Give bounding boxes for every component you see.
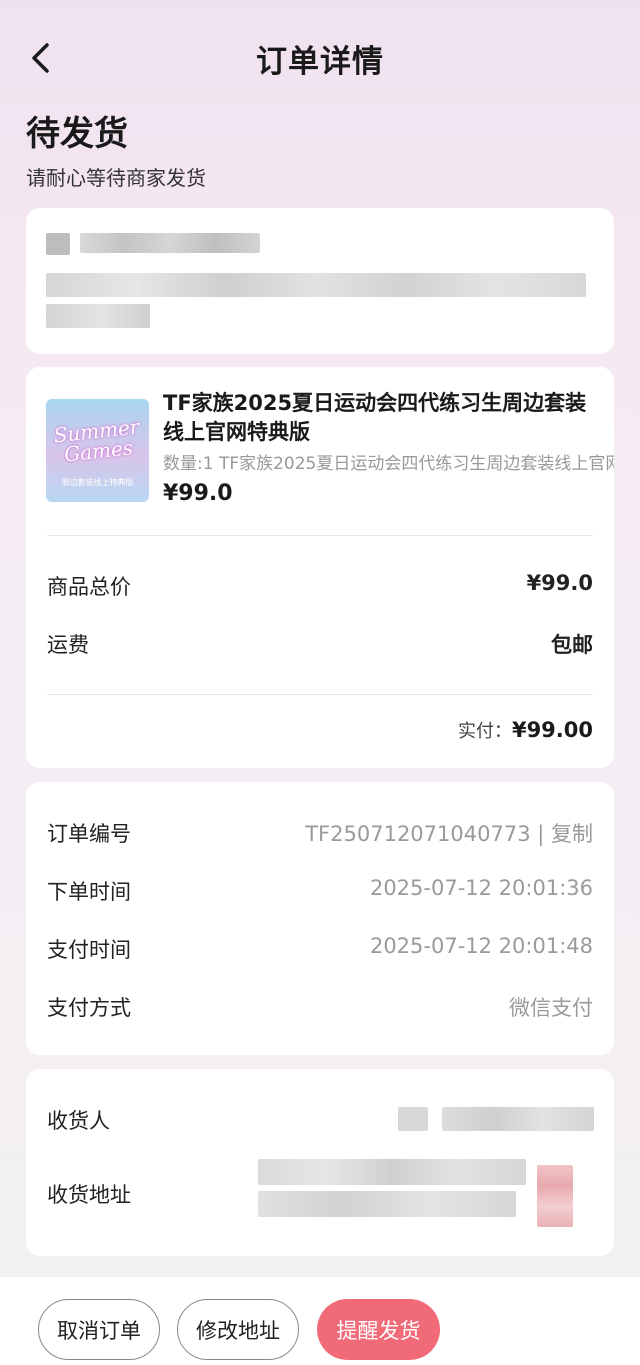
pay-method-label: 支付方式	[47, 996, 131, 1020]
modify-address-button[interactable]: 修改地址	[177, 1299, 299, 1360]
goods-total-label: 商品总价	[47, 575, 131, 599]
pay-time-label: 支付时间	[47, 938, 131, 962]
receiver-card: 收货人 收货地址	[26, 1069, 614, 1256]
copy-separator: |	[530, 822, 551, 846]
product-description: 数量:1 TF家族2025夏日运动会四代练习生周边套装线上官网特典版	[163, 454, 614, 474]
page-title: 订单详情	[256, 44, 384, 80]
product-thumbnail[interactable]: Summer Games 周边套装线上特典版	[46, 399, 149, 502]
order-status-title: 待发货	[26, 114, 128, 154]
order-number-row: TF250712071040773 | 复制	[305, 818, 593, 848]
product-price: ¥99.0	[163, 481, 233, 506]
order-time-label: 下单时间	[47, 880, 131, 904]
remind-shipping-button[interactable]: 提醒发货	[317, 1299, 440, 1360]
goods-total-value: ¥99.0	[526, 571, 593, 595]
order-info-card: 订单编号 TF250712071040773 | 复制 下单时间 2025-07…	[26, 782, 614, 1055]
product-card: Summer Games 周边套装线上特典版 TF家族2025夏日运动会四代练习…	[26, 367, 614, 768]
order-number-value: TF250712071040773	[305, 822, 531, 846]
order-status-subtitle: 请耐心等待商家发货	[26, 166, 206, 190]
bottom-action-bar: 取消订单 修改地址 提醒发货	[0, 1277, 640, 1365]
paid-amount-line: 实付： ¥99.00	[458, 717, 593, 743]
thumbnail-caption: 周边套装线上特典版	[61, 478, 134, 487]
pay-time-value: 2025-07-12 20:01:48	[369, 934, 593, 958]
pay-method-value: 微信支付	[509, 996, 593, 1020]
thumbnail-title: Summer Games	[52, 414, 141, 467]
copy-button[interactable]: 复制	[551, 822, 593, 846]
paid-amount: ¥99.00	[511, 718, 593, 742]
shipping-fee-value: 包邮	[551, 633, 593, 657]
order-time-value: 2025-07-12 20:01:36	[369, 876, 593, 900]
divider	[47, 694, 593, 695]
receiver-name-label: 收货人	[47, 1109, 110, 1133]
nav-bar: 订单详情	[0, 0, 640, 112]
paid-label: 实付：	[457, 721, 512, 742]
cancel-order-button[interactable]: 取消订单	[38, 1299, 160, 1360]
divider	[47, 535, 593, 536]
receiver-address-label: 收货地址	[47, 1183, 131, 1207]
shipping-address-card[interactable]	[26, 208, 614, 354]
order-number-label: 订单编号	[47, 822, 131, 846]
shipping-fee-label: 运费	[47, 633, 89, 657]
product-name[interactable]: TF家族2025夏日运动会四代练习生周边套装线上官网特典版	[163, 389, 603, 447]
